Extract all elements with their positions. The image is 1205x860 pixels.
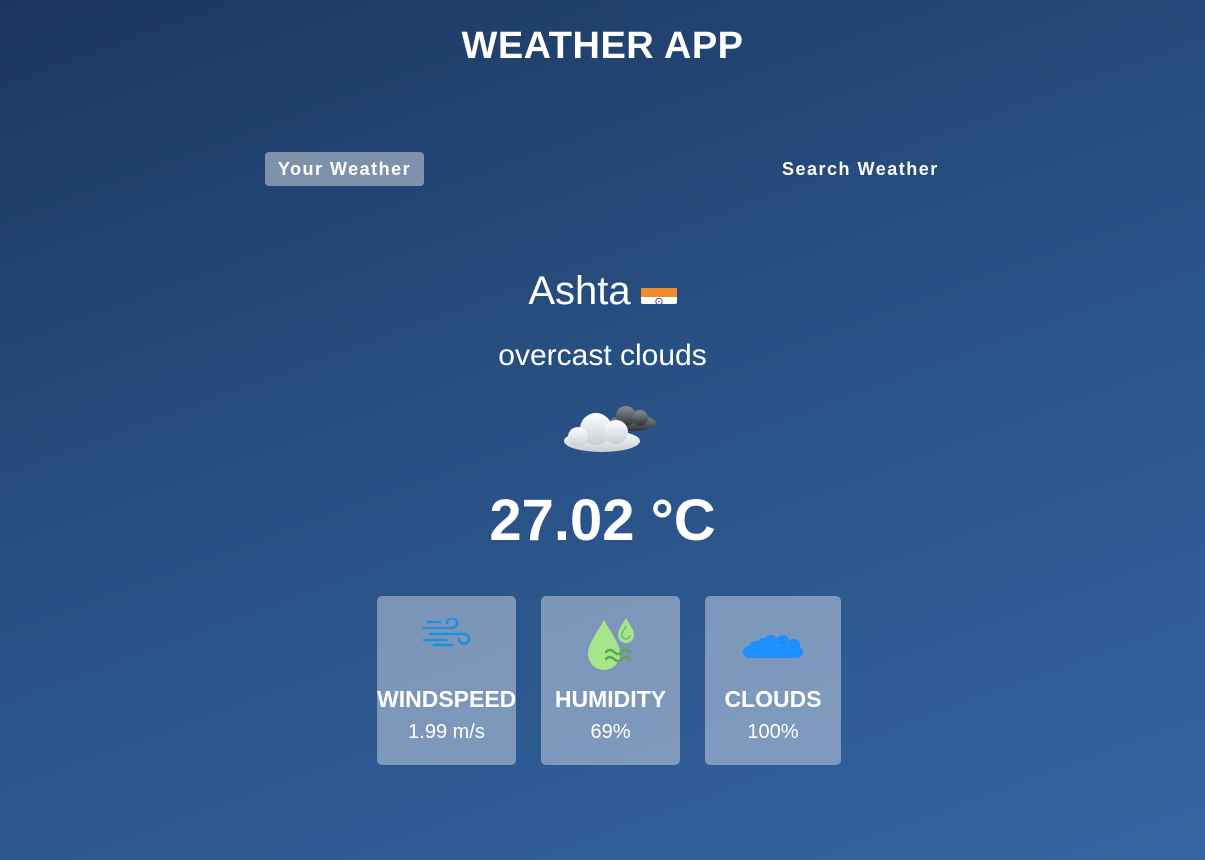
humidity-icon bbox=[582, 616, 640, 679]
humidity-card: HUMIDITY 69% bbox=[541, 596, 680, 765]
clouds-icon bbox=[741, 632, 805, 667]
overcast-clouds-icon bbox=[560, 397, 660, 457]
windspeed-label: WINDSPEED bbox=[377, 686, 517, 712]
clouds-card: CLOUDS 100% bbox=[705, 596, 841, 765]
weather-stats: WINDSPEED 1.99 m/s HUMIDITY 69% CLOUDS 1… bbox=[377, 596, 841, 765]
windspeed-value: 1.99 m/s bbox=[408, 721, 485, 743]
temperature-value: 27.02 °C bbox=[489, 488, 716, 553]
humidity-value: 69% bbox=[590, 721, 631, 743]
wind-icon bbox=[422, 616, 472, 653]
humidity-label: HUMIDITY bbox=[554, 686, 667, 712]
city-heading: Ashta bbox=[0, 266, 1205, 316]
clouds-value: 100% bbox=[747, 721, 799, 743]
tab-bar: Your Weather Search Weather bbox=[265, 152, 945, 186]
tab-search-weather[interactable]: Search Weather bbox=[780, 152, 945, 186]
india-flag-icon bbox=[640, 277, 677, 304]
app-title: WEATHER APP bbox=[461, 25, 744, 67]
weather-description: overcast clouds bbox=[498, 339, 707, 372]
windspeed-card: WINDSPEED 1.99 m/s bbox=[377, 596, 516, 765]
city-name: Ashta bbox=[528, 269, 631, 313]
clouds-label: CLOUDS bbox=[724, 686, 822, 712]
tab-your-weather[interactable]: Your Weather bbox=[265, 152, 424, 186]
